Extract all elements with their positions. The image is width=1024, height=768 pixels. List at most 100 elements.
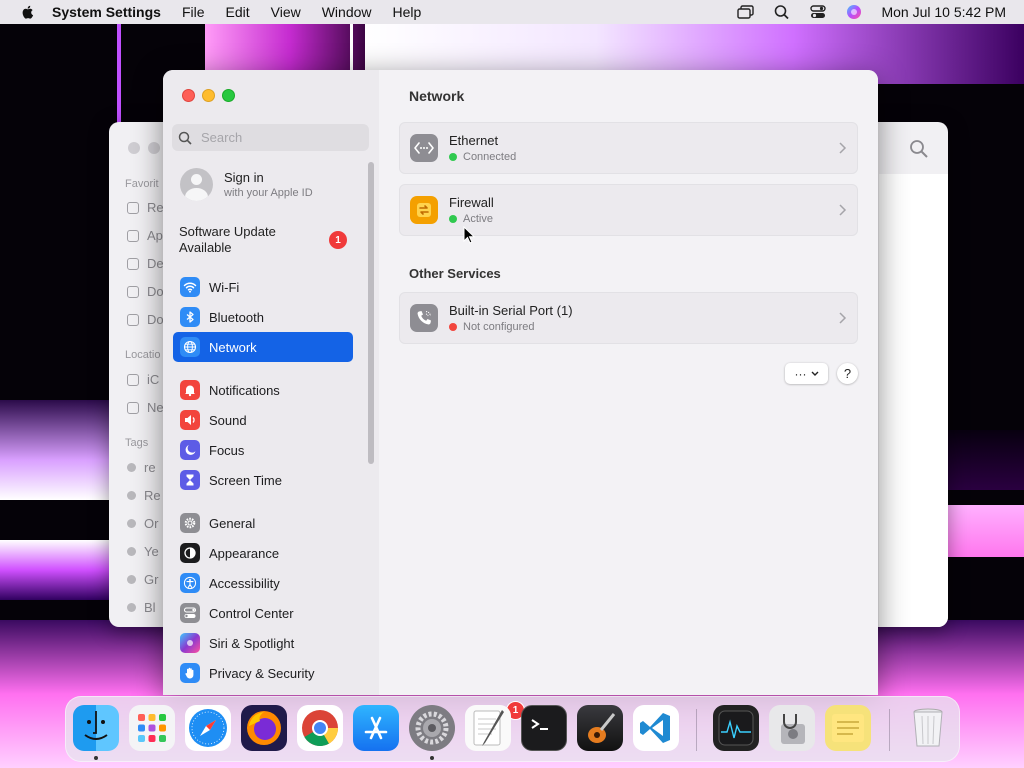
- more-actions-button[interactable]: ···: [785, 363, 828, 384]
- finder-tag-item[interactable]: Ye: [127, 544, 159, 559]
- finder-tag-item[interactable]: Re: [127, 488, 161, 503]
- sidebar-item-control-center[interactable]: Control Center: [173, 598, 353, 628]
- dock-stickies-icon[interactable]: [825, 705, 871, 751]
- finder-sidebar-item[interactable]: Do: [127, 284, 164, 299]
- finder-tag-item[interactable]: Bl: [127, 600, 156, 615]
- sidebar-item-appearance[interactable]: Appearance: [173, 538, 353, 568]
- sidebar-item-bluetooth[interactable]: Bluetooth: [173, 302, 353, 332]
- sidebar-item-accessibility[interactable]: Accessibility: [173, 568, 353, 598]
- finder-section-favorites: Favorit: [125, 178, 159, 190]
- window-zoom-button[interactable]: [222, 89, 235, 102]
- apple-id-sign-in[interactable]: Sign in with your Apple ID: [180, 166, 360, 202]
- finder-tag-item[interactable]: Gr: [127, 572, 158, 587]
- sidebar-scrollbar[interactable]: [368, 162, 374, 464]
- service-name: Ethernet: [449, 133, 499, 148]
- wifi-icon: [180, 277, 200, 297]
- control-center-icon[interactable]: [809, 4, 827, 20]
- sidebar-item-label: Siri & Spotlight: [209, 635, 295, 651]
- finder-sidebar-item[interactable]: De: [127, 256, 164, 271]
- sidebar-item-siri-spotlight[interactable]: Siri & Spotlight: [173, 628, 353, 658]
- screen-mirroring-icon[interactable]: [737, 4, 755, 20]
- dock-terminal-icon[interactable]: [521, 705, 567, 751]
- sidebar-item-label: Accessibility: [209, 575, 280, 591]
- mouse-cursor-icon: [463, 226, 475, 244]
- dock-app-store-icon[interactable]: [353, 705, 399, 751]
- service-status: Connected: [463, 151, 517, 163]
- hand-icon: [180, 663, 200, 683]
- finder-sidebar-item[interactable]: Do: [127, 312, 164, 327]
- dock-finder-icon[interactable]: [73, 705, 119, 751]
- menu-edit[interactable]: Edit: [226, 4, 250, 20]
- sidebar-item-focus[interactable]: Focus: [173, 435, 353, 465]
- phone-icon: [410, 304, 438, 332]
- chevron-right-icon: [839, 142, 847, 154]
- menu-view[interactable]: View: [271, 4, 301, 20]
- spotlight-search-icon[interactable]: [773, 4, 791, 20]
- service-row-serial-port[interactable]: Built-in Serial Port (1) Not configured: [399, 292, 858, 344]
- sidebar-item-wifi[interactable]: Wi-Fi: [173, 272, 353, 302]
- finder-traffic-lights: [128, 142, 160, 154]
- speaker-icon: [180, 410, 200, 430]
- siri-icon[interactable]: [845, 4, 863, 20]
- finder-sidebar-item[interactable]: Ne: [127, 400, 164, 415]
- sidebar-item-sound[interactable]: Sound: [173, 405, 353, 435]
- dock-firefox-icon[interactable]: [241, 705, 287, 751]
- dock-activity-monitor-icon[interactable]: [713, 705, 759, 751]
- sidebar-item-label: Appearance: [209, 545, 280, 561]
- sidebar-item-label: Focus: [209, 442, 245, 458]
- apple-logo-icon[interactable]: [20, 4, 36, 20]
- dock-trash-icon[interactable]: [905, 705, 951, 751]
- sidebar-item-label: Screen Time: [209, 472, 282, 488]
- menu-file[interactable]: File: [182, 4, 205, 20]
- avatar: [180, 167, 213, 201]
- dock-system-settings-icon[interactable]: [409, 705, 455, 751]
- status-dot: [449, 323, 457, 331]
- network-pane: Network Ethernet Connected Firewall Acti…: [379, 70, 878, 695]
- sidebar-item-label: General: [209, 515, 256, 531]
- sidebar-item-label: Wi-Fi: [209, 279, 240, 295]
- menubar-clock[interactable]: Mon Jul 10 5:42 PM: [881, 4, 1006, 20]
- sidebar-item-network[interactable]: Network: [173, 332, 353, 362]
- chevron-right-icon: [839, 204, 847, 216]
- sidebar-item-general[interactable]: General: [173, 508, 353, 538]
- menu-window[interactable]: Window: [322, 4, 372, 20]
- sidebar-item-notifications[interactable]: Notifications: [173, 375, 353, 405]
- dock-disk-utility-icon[interactable]: [769, 705, 815, 751]
- sidebar-item-screen-time[interactable]: Screen Time: [173, 465, 353, 495]
- moon-icon: [180, 440, 200, 460]
- sidebar-search-input[interactable]: [201, 130, 361, 145]
- finder-tag-item[interactable]: Or: [127, 516, 158, 531]
- finder-sidebar-item[interactable]: iC: [127, 372, 159, 387]
- dock-textedit-icon[interactable]: [465, 705, 511, 751]
- sidebar-item-label: Notifications: [209, 382, 280, 398]
- dock-vscode-icon[interactable]: [633, 705, 679, 751]
- dock-launchpad-icon[interactable]: [129, 705, 175, 751]
- sidebar-item-privacy-security[interactable]: Privacy & Security: [173, 658, 353, 688]
- gear-icon: [180, 513, 200, 533]
- status-dot: [449, 215, 457, 223]
- dock-safari-icon[interactable]: [185, 705, 231, 751]
- finder-sidebar-item[interactable]: Re: [127, 200, 164, 215]
- chevron-right-icon: [839, 312, 847, 324]
- notifications-bell-icon: [180, 380, 200, 400]
- dock-chrome-icon[interactable]: [297, 705, 343, 751]
- finder-sidebar-item[interactable]: Ap: [127, 228, 163, 243]
- finder-search-icon[interactable]: [909, 139, 929, 159]
- appearance-icon: [180, 543, 200, 563]
- sidebar-search-box[interactable]: [172, 124, 369, 151]
- ethernet-icon: [410, 134, 438, 162]
- settings-sidebar: Sign in with your Apple ID Software Upda…: [163, 70, 379, 695]
- more-actions-label: ···: [794, 366, 807, 381]
- help-button[interactable]: ?: [837, 363, 858, 384]
- menu-help[interactable]: Help: [393, 4, 422, 20]
- finder-tag-item[interactable]: re: [127, 460, 156, 475]
- service-name: Firewall: [449, 195, 494, 210]
- menu-app-name[interactable]: System Settings: [52, 4, 161, 20]
- service-row-ethernet[interactable]: Ethernet Connected: [399, 122, 858, 174]
- window-minimize-button[interactable]: [202, 89, 215, 102]
- sidebar-item-label: Control Center: [209, 605, 294, 621]
- window-close-button[interactable]: [182, 89, 195, 102]
- software-update-item[interactable]: Software Update Available 1: [179, 224, 359, 256]
- signin-title: Sign in: [224, 169, 264, 185]
- dock-garageband-icon[interactable]: [577, 705, 623, 751]
